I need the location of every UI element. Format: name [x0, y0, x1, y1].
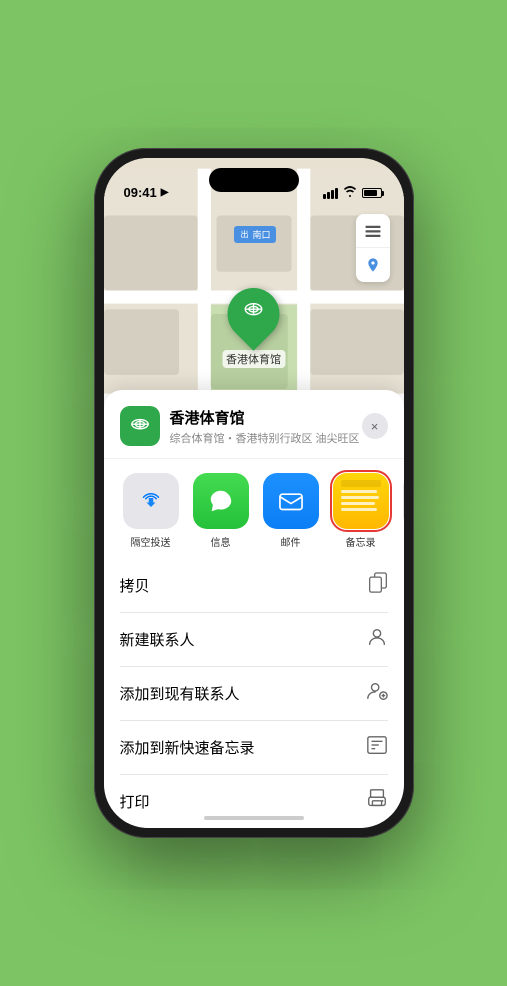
signal-icon [323, 188, 338, 199]
phone-screen: 09:41 ▶ [104, 158, 404, 828]
add-contact-icon [366, 680, 388, 707]
print-icon [366, 788, 388, 815]
more-icon [403, 473, 404, 529]
quick-note-icon [366, 734, 388, 761]
location-arrow-icon: ▶ [161, 187, 169, 198]
pin-label: 香港体育馆 [222, 350, 285, 368]
wifi-icon [343, 186, 357, 200]
airdrop-label: 隔空投送 [131, 534, 171, 549]
venue-info: 香港体育馆 综合体育馆・香港特别行政区 油尖旺区 [170, 407, 362, 446]
map-label-tag: 出 南口 [234, 226, 276, 243]
close-icon: × [371, 419, 379, 434]
venue-description: 综合体育馆・香港特别行政区 油尖旺区 [170, 430, 362, 446]
map-controls[interactable] [356, 214, 390, 282]
quick-note-label: 添加到新快速备忘录 [120, 737, 255, 758]
share-app-mail[interactable]: 邮件 [260, 473, 322, 549]
action-copy[interactable]: 拷贝 [120, 559, 388, 613]
action-list: 拷贝 新建联系人 [104, 559, 404, 828]
pin-circle [217, 277, 291, 351]
home-indicator [204, 816, 304, 820]
new-contact-icon [366, 626, 388, 653]
battery-icon [362, 188, 384, 198]
time-display: 09:41 [124, 185, 157, 200]
mail-label: 邮件 [281, 534, 301, 549]
location-button[interactable] [356, 248, 390, 282]
copy-icon [368, 572, 388, 599]
share-apps-row: 隔空投送 信息 [104, 459, 404, 559]
location-pin: 香港体育馆 [222, 288, 285, 368]
map-label-prefix: 出 [239, 229, 251, 240]
venue-header: 香港体育馆 综合体育馆・香港特别行政区 油尖旺区 × [104, 406, 404, 459]
bottom-sheet: 香港体育馆 综合体育馆・香港特别行政区 油尖旺区 × [104, 390, 404, 828]
venue-name: 香港体育馆 [170, 407, 362, 428]
copy-label: 拷贝 [120, 575, 150, 596]
messages-label: 信息 [211, 534, 231, 549]
share-app-airdrop[interactable]: 隔空投送 [120, 473, 182, 549]
share-app-more[interactable]: 推 [400, 473, 404, 549]
new-contact-label: 新建联系人 [120, 629, 195, 650]
action-add-contact[interactable]: 添加到现有联系人 [120, 667, 388, 721]
action-print[interactable]: 打印 [120, 775, 388, 828]
action-quick-note[interactable]: 添加到新快速备忘录 [120, 721, 388, 775]
map-label-text: 南口 [253, 228, 271, 241]
action-new-contact[interactable]: 新建联系人 [120, 613, 388, 667]
add-contact-label: 添加到现有联系人 [120, 683, 240, 704]
mail-icon [263, 473, 319, 529]
print-label: 打印 [120, 791, 150, 812]
messages-icon [193, 473, 249, 529]
venue-icon [120, 406, 160, 446]
notes-icon [333, 473, 389, 529]
map-layers-button[interactable] [356, 214, 390, 248]
status-time: 09:41 ▶ [124, 185, 169, 200]
dynamic-island [209, 168, 299, 192]
venue-close-button[interactable]: × [362, 413, 388, 439]
stadium-icon [243, 300, 265, 328]
share-app-notes[interactable]: 备忘录 [330, 473, 392, 549]
status-icons [323, 186, 384, 200]
phone-frame: 09:41 ▶ [94, 148, 414, 838]
share-app-messages[interactable]: 信息 [190, 473, 252, 549]
notes-label: 备忘录 [346, 534, 376, 549]
airdrop-icon [123, 473, 179, 529]
